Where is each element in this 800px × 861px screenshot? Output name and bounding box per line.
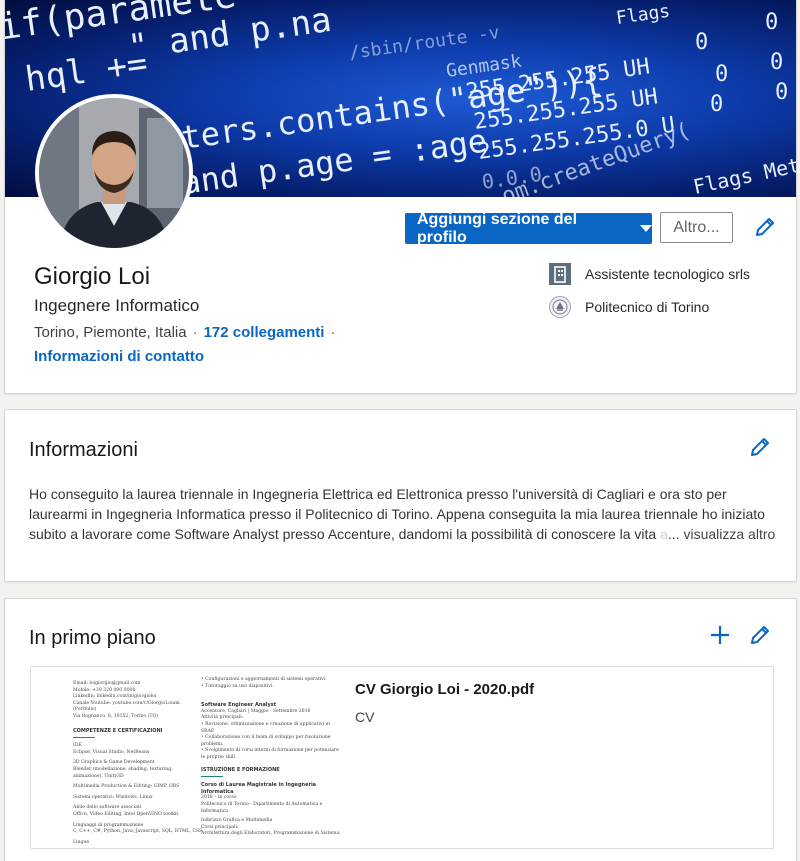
building-icon (549, 263, 571, 285)
featured-title: In primo piano (29, 627, 156, 649)
doc-text: Multimedia Production & Editing: GIMP, O… (73, 784, 180, 790)
doc-text: 2018 – in corso (201, 795, 237, 801)
profile-location: Torino, Piemonte, Italia (34, 324, 187, 341)
featured-card: In primo piano Email: loigiorgio@gmail.c… (4, 598, 797, 861)
doc-text: Canale Youtube: youtube.com/c/GiorgioLoi… (73, 700, 180, 713)
banner-code-digit: 0 (770, 50, 783, 75)
about-fade-text: a (656, 526, 668, 542)
doc-text: LinkedIn: linkedin.com/in/giorgioloi (73, 694, 157, 700)
experience-company-item[interactable]: Assistente tecnologico srls (549, 263, 750, 285)
add-profile-section-button[interactable]: Aggiungi sezione del profilo (405, 210, 652, 246)
doc-text: Blender (modellazione, shading, texturin… (73, 766, 173, 779)
doc-text: Indirizzo Grafica e Multimedia (201, 818, 273, 824)
add-profile-section-label: Aggiungi sezione del profilo (417, 210, 578, 246)
pencil-icon[interactable] (748, 623, 772, 647)
doc-text: Architettura degli Elaboratori, Programm… (201, 831, 341, 837)
doc-left-column: Email: loigiorgio@gmail.com Mobile: +39 … (73, 681, 203, 846)
doc-text: Eclipse, Visual Studio, NetBeans (73, 749, 150, 755)
about-summary: Ho conseguito la laurea triennale in Ing… (29, 484, 777, 544)
separator-dot: · (192, 324, 198, 341)
banner-code-digit: 0 (775, 80, 788, 105)
doc-text: Attività principali: (201, 715, 244, 721)
doc-text: • Configurazioni e aggiornamenti di sist… (201, 677, 327, 682)
doc-text: • Collaborazione con il team di sviluppo… (201, 735, 331, 747)
connections-link[interactable]: 172 collegamenti (204, 324, 325, 341)
featured-document-item[interactable]: Email: loigiorgio@gmail.com Mobile: +39 … (30, 666, 774, 849)
document-thumbnail: Email: loigiorgio@gmail.com Mobile: +39 … (31, 667, 351, 848)
company-name: Assistente tecnologico srls (585, 266, 750, 282)
education-school-item[interactable]: Politecnico di Torino (549, 296, 709, 318)
caret-down-icon (640, 225, 652, 232)
see-more-link[interactable]: ... visualizza altro (668, 526, 775, 542)
profile-card: if(paramete hql += " and p.na /sbin/rout… (4, 0, 797, 394)
university-seal-icon (549, 296, 571, 318)
school-name: Politecnico di Torino (585, 299, 710, 315)
doc-text: IDE (73, 743, 82, 749)
doc-text: Abile dello software associati (73, 805, 142, 811)
pencil-icon[interactable] (748, 435, 772, 459)
more-button[interactable]: Altro... (660, 212, 733, 243)
doc-text: Office, Video Editing, Intel OpenVINO to… (73, 811, 179, 817)
banner-code-digit: 0 (710, 92, 723, 117)
banner-code-digit: 0 (765, 10, 778, 35)
doc-heading: Software Engineer Analyst (201, 702, 277, 709)
doc-text: Politecnico di Torino - Dipartimento di … (201, 801, 323, 814)
doc-text: Lingue (73, 839, 90, 845)
contact-info-link[interactable]: Informazioni di contatto (34, 348, 204, 365)
avatar-image (39, 98, 189, 248)
doc-text: • Svolgimento di corsi interni di formaz… (201, 748, 339, 760)
banner-code-line: Flags Metric (691, 145, 797, 197)
doc-text: C, C++, C#, Python, Java, Javascript, SQ… (73, 829, 203, 835)
doc-text: Email: loigiorgio@gmail.com (73, 681, 141, 686)
featured-document-subtitle: CV (355, 709, 375, 725)
doc-text: Via Bognanco, 8, 10152, Torino (TO) (73, 713, 159, 719)
profile-photo[interactable] (35, 94, 193, 252)
profile-headline: Ingegnere Informatico (34, 296, 200, 315)
doc-heading: Corso di Laurea Magistrale in Ingegneria… (201, 782, 317, 795)
featured-document-title: CV Giorgio Loi - 2020.pdf (355, 681, 535, 698)
separator-dot: · (330, 324, 336, 341)
doc-text: • Revisione, ottimizzazione e creazione … (201, 721, 330, 734)
doc-heading: COMPETENZE E CERTIFICAZIONI (73, 727, 163, 734)
doc-right-column: • Configurazioni e aggiornamenti di sist… (201, 677, 341, 838)
doc-text: • Tutoraggio su uso dispositivi. (201, 683, 274, 689)
profile-name: Giorgio Loi (34, 263, 151, 290)
banner-code-digit: 0 (715, 62, 728, 87)
pencil-icon[interactable] (753, 215, 777, 239)
doc-divider (73, 737, 95, 739)
doc-divider (201, 776, 223, 778)
banner-code-digit: 0 (695, 30, 708, 55)
about-text: Ho conseguito la laurea triennale in Ing… (29, 486, 765, 542)
profile-location-line: Torino, Piemonte, Italia · 172 collegament… (34, 324, 341, 341)
about-card: Informazioni Ho conseguito la laurea tri… (4, 409, 797, 582)
about-title: Informazioni (29, 439, 138, 461)
banner-code-line: Flags (615, 1, 672, 29)
doc-text: Sistemi operativi: Windows, Linux (73, 794, 153, 800)
doc-text: 3D Graphics & Game Development (73, 760, 155, 766)
plus-icon[interactable] (708, 623, 732, 647)
doc-heading: ISTRUZIONE E FORMAZIONE (201, 766, 280, 773)
